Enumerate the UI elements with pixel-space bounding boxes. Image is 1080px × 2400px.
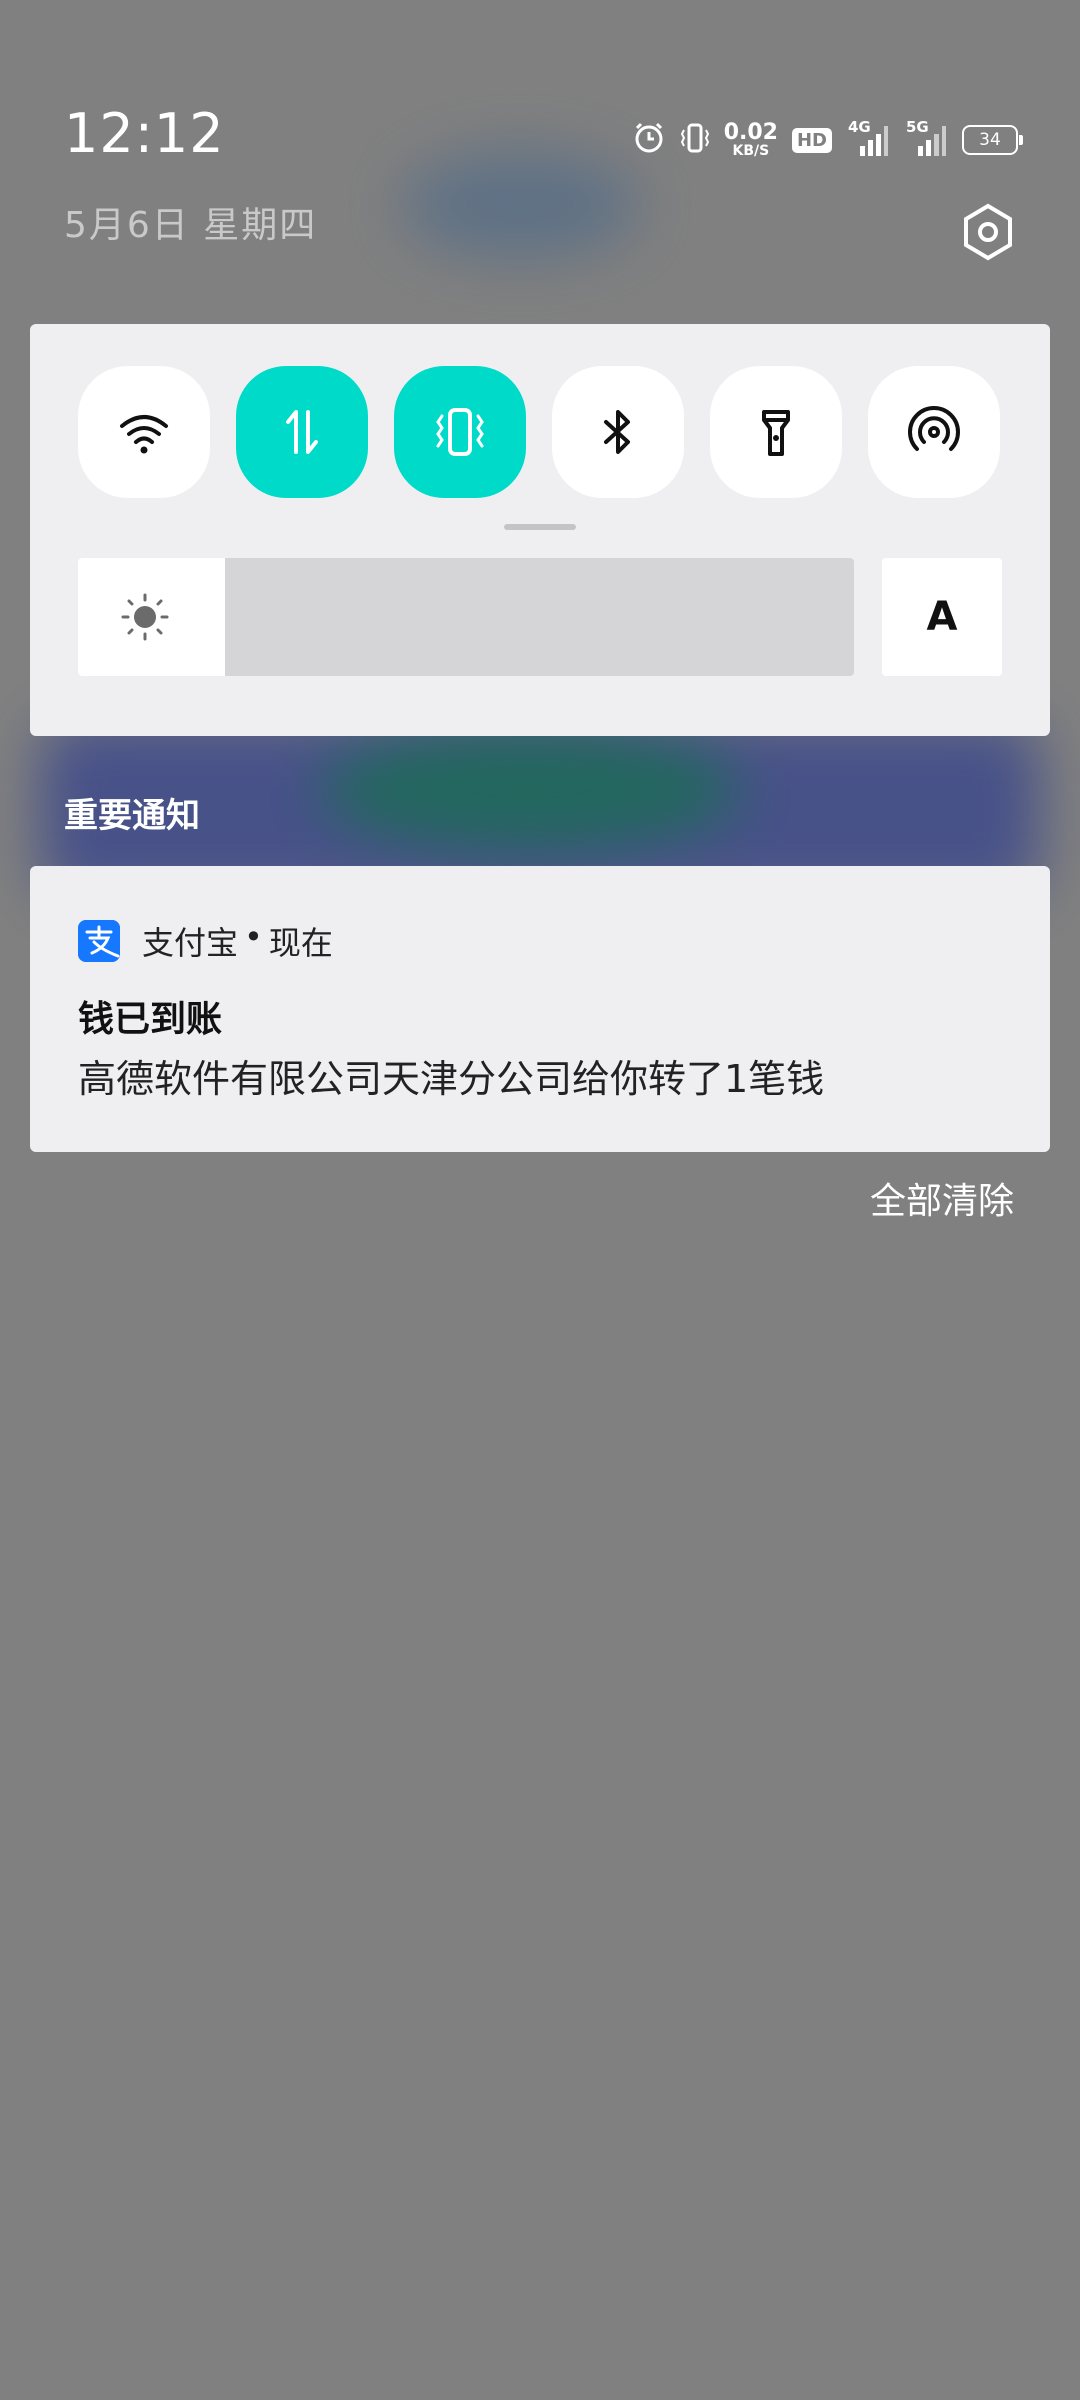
- meta-separator: •: [244, 918, 263, 956]
- hotspot-toggle[interactable]: [868, 366, 1000, 498]
- vibrate-toggle[interactable]: [394, 366, 526, 498]
- net-speed-value: 0.02: [723, 120, 778, 145]
- notification-time: 现在: [268, 924, 333, 962]
- notification-title: 钱已到账: [78, 999, 223, 1040]
- notification-meta: 支付宝 • 现在: [142, 918, 333, 964]
- flashlight-toggle[interactable]: [710, 366, 842, 498]
- net-speed-unit: KB/S: [732, 143, 770, 159]
- settings-button[interactable]: [958, 202, 1018, 262]
- flashlight-icon: [762, 410, 790, 456]
- sim2-signal: 5G: [904, 118, 948, 158]
- panel-drag-handle[interactable]: [504, 524, 576, 530]
- gear-icon: [964, 203, 1012, 261]
- brightness-slider[interactable]: [78, 558, 854, 676]
- app-name: 支付宝: [142, 924, 239, 962]
- vibrate-icon: [436, 408, 484, 456]
- alipay-app-icon: [78, 920, 120, 962]
- bluetooth-toggle[interactable]: [552, 366, 684, 498]
- signal-icon: [860, 126, 888, 156]
- notification-body: 高德软件有限公司天津分公司给你转了1笔钱: [78, 1057, 825, 1101]
- battery-icon: 34: [962, 125, 1023, 155]
- wifi-toggle[interactable]: [78, 366, 210, 498]
- vibrate-status-icon: [680, 121, 710, 159]
- auto-brightness-button[interactable]: A: [882, 558, 1002, 676]
- quick-settings-panel: A: [30, 324, 1050, 736]
- notification-card[interactable]: 支付宝 • 现在 钱已到账 高德软件有限公司天津分公司给你转了1笔钱: [30, 866, 1050, 1152]
- status-bar: 12:12 5月6日 星期四 0.02 KB/S HD 4G 5G 34: [0, 0, 1080, 261]
- quick-tiles: [78, 366, 1000, 498]
- brightness-sun-icon: [121, 593, 169, 641]
- alarm-icon: [632, 121, 666, 159]
- date: 5月6日 星期四: [64, 205, 318, 246]
- notification-section-title: 重要通知: [64, 796, 200, 836]
- hd-badge: HD: [791, 127, 832, 153]
- net-speed: 0.02 KB/S: [723, 120, 778, 159]
- clear-all-button[interactable]: 全部清除: [870, 1172, 1014, 1224]
- sim1-signal: 4G: [846, 118, 890, 158]
- wifi-icon: [120, 415, 168, 454]
- bluetooth-icon: [604, 410, 630, 454]
- clock: 12:12: [64, 102, 225, 165]
- mobile-data-toggle[interactable]: [236, 366, 368, 498]
- wallpaper-green: [320, 730, 740, 850]
- status-icons: 0.02 KB/S HD 4G 5G 34: [632, 118, 1023, 162]
- signal-icon: [918, 126, 946, 156]
- data-arrows-icon: [286, 410, 318, 454]
- hotspot-icon: [908, 406, 960, 451]
